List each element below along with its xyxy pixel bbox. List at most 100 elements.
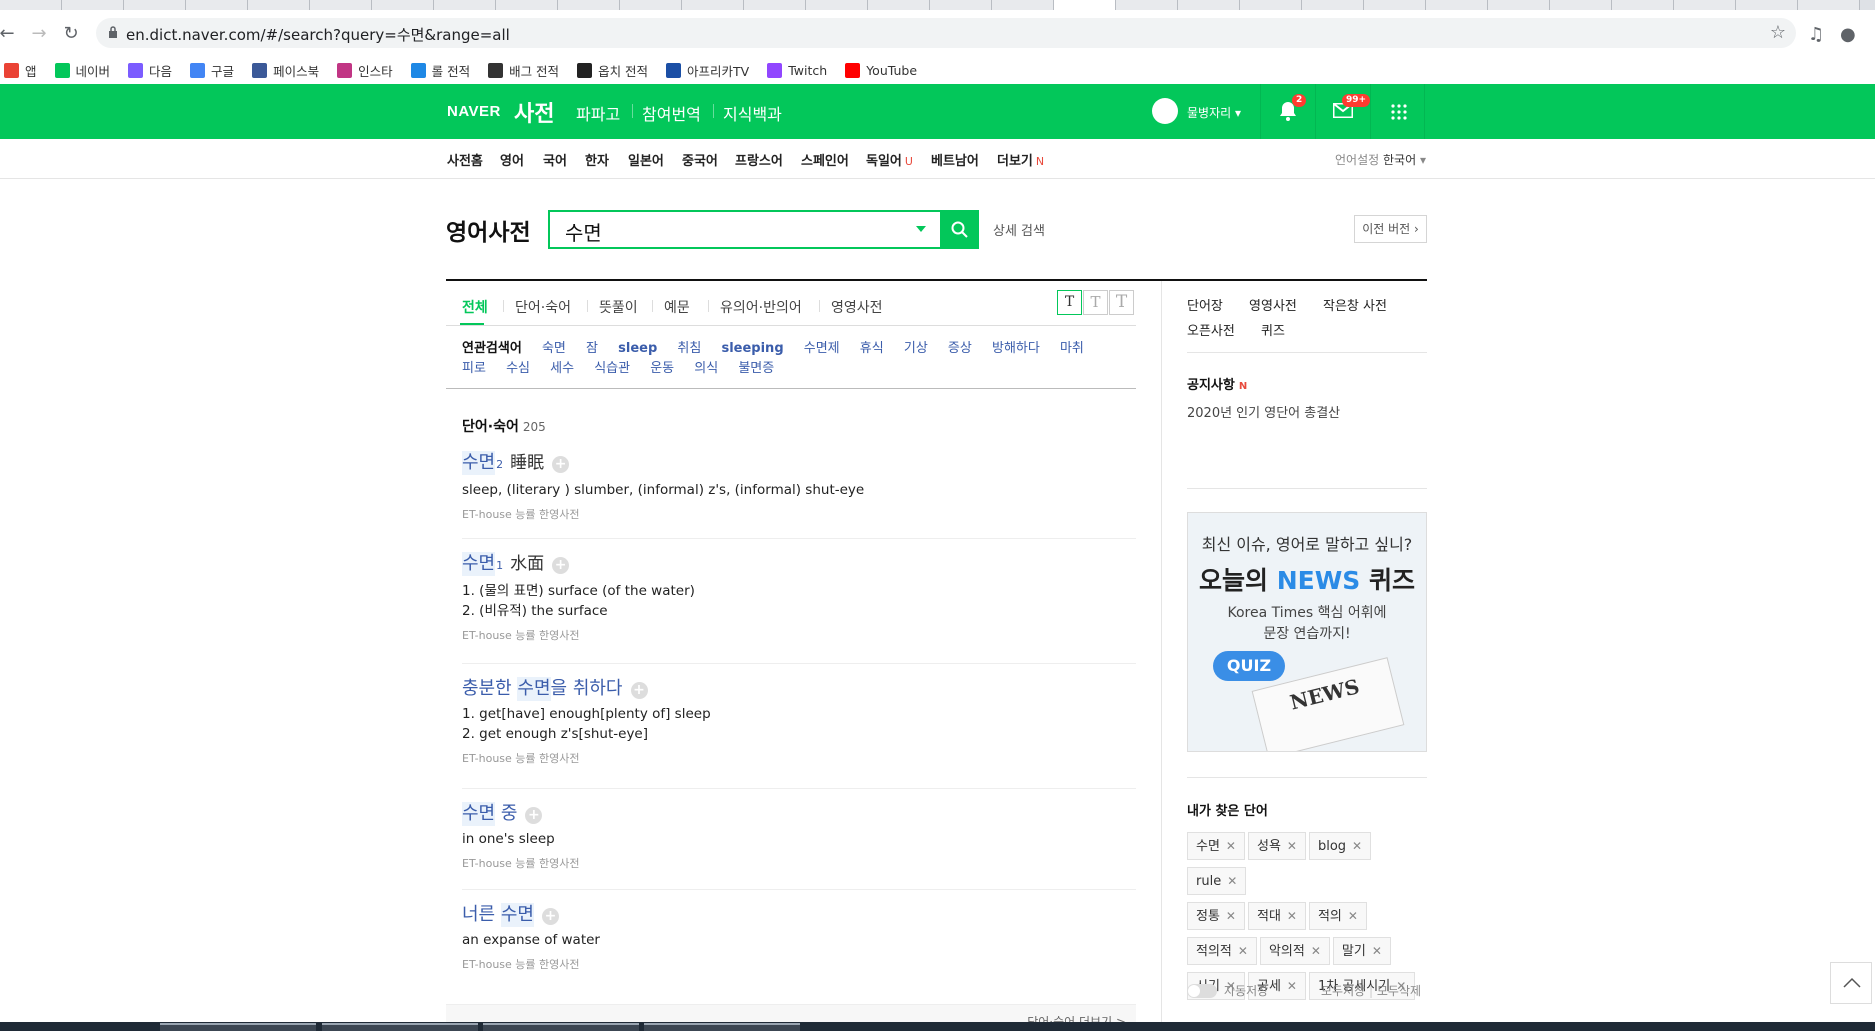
entry-source[interactable]: ET-house 능률 한영사전: [462, 750, 1136, 766]
browser-tab[interactable]: [992, 0, 1054, 10]
related-word[interactable]: 취침: [677, 341, 701, 356]
font-size-medium-button[interactable]: T: [1083, 290, 1108, 315]
close-icon[interactable]: ✕: [1287, 979, 1297, 993]
close-icon[interactable]: ✕: [1287, 839, 1297, 853]
my-word-chip[interactable]: 수면 ✕: [1187, 832, 1245, 860]
lang-tab-item[interactable]: 국어: [543, 150, 567, 169]
naver-logo[interactable]: NAVER: [447, 103, 501, 120]
lang-tab-item[interactable]: 일본어: [628, 150, 664, 169]
language-setting[interactable]: 언어설정 한국어 ▾: [1335, 151, 1426, 168]
add-to-wordbook-icon[interactable]: +: [525, 807, 543, 824]
filter-tab[interactable]: 뜻풀이: [599, 297, 638, 317]
bookmark-item[interactable]: 아프리카TV: [666, 61, 749, 80]
browser-tab[interactable]: [1116, 0, 1178, 10]
close-icon[interactable]: ✕: [1372, 944, 1382, 958]
related-word[interactable]: 잠: [586, 341, 598, 356]
browser-tab[interactable]: [1302, 0, 1364, 10]
related-word[interactable]: 불면증: [738, 361, 774, 376]
my-word-chip[interactable]: 악의적 ✕: [1259, 937, 1330, 965]
user-name-menu[interactable]: 물병자리 ▾: [1187, 104, 1241, 121]
browser-tab[interactable]: [1798, 0, 1860, 10]
related-word[interactable]: 증상: [948, 341, 972, 356]
entry-source[interactable]: ET-house 능률 한영사전: [462, 855, 1136, 871]
profile-avatar-icon[interactable]: ●: [1840, 24, 1856, 45]
address-bar[interactable]: en.dict.naver.com/#/search?query=수면&rang…: [96, 18, 1796, 48]
related-word[interactable]: sleeping: [721, 341, 783, 356]
my-word-chip[interactable]: 적의적 ✕: [1187, 937, 1257, 965]
translation-link[interactable]: 참여번역: [642, 101, 701, 125]
bookmark-item[interactable]: 구글: [190, 61, 234, 80]
search-input[interactable]: 수면: [548, 210, 942, 249]
lang-tab-item[interactable]: 더보기 N: [997, 150, 1044, 169]
browser-tab[interactable]: [930, 0, 992, 10]
close-icon[interactable]: ✕: [1226, 839, 1236, 853]
my-word-chip[interactable]: 말기 ✕: [1332, 937, 1391, 965]
related-word[interactable]: 식습관: [594, 361, 630, 376]
notice-item[interactable]: 2020년 인기 영단어 총결산: [1187, 402, 1340, 421]
browser-tab[interactable]: [0, 0, 62, 10]
search-button[interactable]: [940, 210, 979, 249]
browser-tab[interactable]: [186, 0, 248, 10]
delete-all-link[interactable]: 모두삭제: [1377, 984, 1421, 998]
entry-headword[interactable]: 충분한 수면 을 취하다 +: [462, 677, 1136, 701]
close-icon[interactable]: ✕: [1348, 909, 1358, 923]
browser-tab[interactable]: [1054, 0, 1116, 10]
entry-source[interactable]: ET-house 능률 한영사전: [462, 627, 1136, 643]
related-word[interactable]: 휴식: [860, 341, 884, 356]
quick-link[interactable]: 단어장: [1187, 299, 1223, 314]
bookmark-item[interactable]: 네이버: [54, 61, 110, 80]
add-to-wordbook-icon[interactable]: +: [541, 908, 559, 925]
browser-tab[interactable]: [682, 0, 744, 10]
scroll-to-top-button[interactable]: [1830, 962, 1872, 1004]
quick-link[interactable]: 퀴즈: [1261, 324, 1285, 339]
my-word-chip[interactable]: 적의 ✕: [1308, 902, 1367, 930]
filter-tab[interactable]: 전체: [462, 297, 488, 317]
taskbar-app[interactable]: [322, 1023, 478, 1031]
bookmark-item[interactable]: 옵치 전적: [577, 61, 648, 80]
close-icon[interactable]: ✕: [1238, 944, 1248, 958]
filter-tab[interactable]: 단어·숙어: [515, 297, 571, 317]
forward-arrow-icon[interactable]: →: [28, 23, 50, 45]
browser-tab[interactable]: [496, 0, 558, 10]
bookmark-item[interactable]: 인스타: [337, 61, 393, 80]
add-to-wordbook-icon[interactable]: +: [630, 682, 648, 699]
browser-tab[interactable]: [806, 0, 868, 10]
news-quiz-banner[interactable]: 최신 이슈, 영어로 말하고 싶니? 오늘의 NEWS 퀴즈 Korea Tim…: [1187, 512, 1427, 752]
entry-source[interactable]: ET-house 능률 한영사전: [462, 956, 1136, 972]
browser-tab[interactable]: [744, 0, 806, 10]
service-menu-button[interactable]: [1370, 84, 1425, 139]
close-icon[interactable]: ✕: [1226, 909, 1236, 923]
entry-headword[interactable]: 수면 1 水面 +: [462, 552, 1136, 578]
filter-tab[interactable]: 유의어·반의어: [720, 297, 802, 317]
lang-tab-item[interactable]: 베트남어: [931, 150, 979, 169]
entry-headword[interactable]: 수면 2 睡眠 +: [462, 451, 1136, 477]
bookmark-item[interactable]: 다음: [128, 61, 172, 80]
lang-tab-item[interactable]: 독일어 U: [866, 150, 913, 169]
lang-tab-item[interactable]: 스페인어: [801, 150, 849, 169]
save-all-link[interactable]: 모두저장: [1321, 984, 1365, 998]
user-avatar[interactable]: [1152, 98, 1178, 124]
browser-tab[interactable]: [868, 0, 930, 10]
entry-headword[interactable]: 수면 중 +: [462, 802, 1136, 826]
bookmark-item[interactable]: 배그 전적: [488, 61, 559, 80]
browser-tab[interactable]: [1488, 0, 1550, 10]
related-word[interactable]: 방해하다: [992, 341, 1040, 356]
related-word[interactable]: 피로: [462, 361, 486, 376]
related-word[interactable]: 기상: [904, 341, 928, 356]
quick-link[interactable]: 오픈사전: [1187, 324, 1235, 339]
related-word[interactable]: 마취: [1060, 341, 1084, 356]
entry-source[interactable]: ET-house 능률 한영사전: [462, 506, 1136, 522]
bookmark-item[interactable]: 페이스북: [252, 61, 319, 80]
my-word-chip[interactable]: 적대 ✕: [1247, 902, 1306, 930]
close-icon[interactable]: ✕: [1287, 909, 1297, 923]
lang-tab-item[interactable]: 프랑스어: [735, 150, 783, 169]
media-control-icon[interactable]: ♫: [1808, 24, 1824, 45]
detail-search-link[interactable]: 상세 검색: [993, 220, 1045, 239]
dictionary-home-link[interactable]: 사전: [514, 96, 554, 128]
browser-tab[interactable]: [372, 0, 434, 10]
related-word[interactable]: 운동: [650, 361, 674, 376]
taskbar-app[interactable]: [483, 1023, 639, 1031]
browser-tab[interactable]: [1240, 0, 1302, 10]
back-arrow-icon[interactable]: ←: [0, 23, 18, 45]
browser-tab[interactable]: [558, 0, 620, 10]
